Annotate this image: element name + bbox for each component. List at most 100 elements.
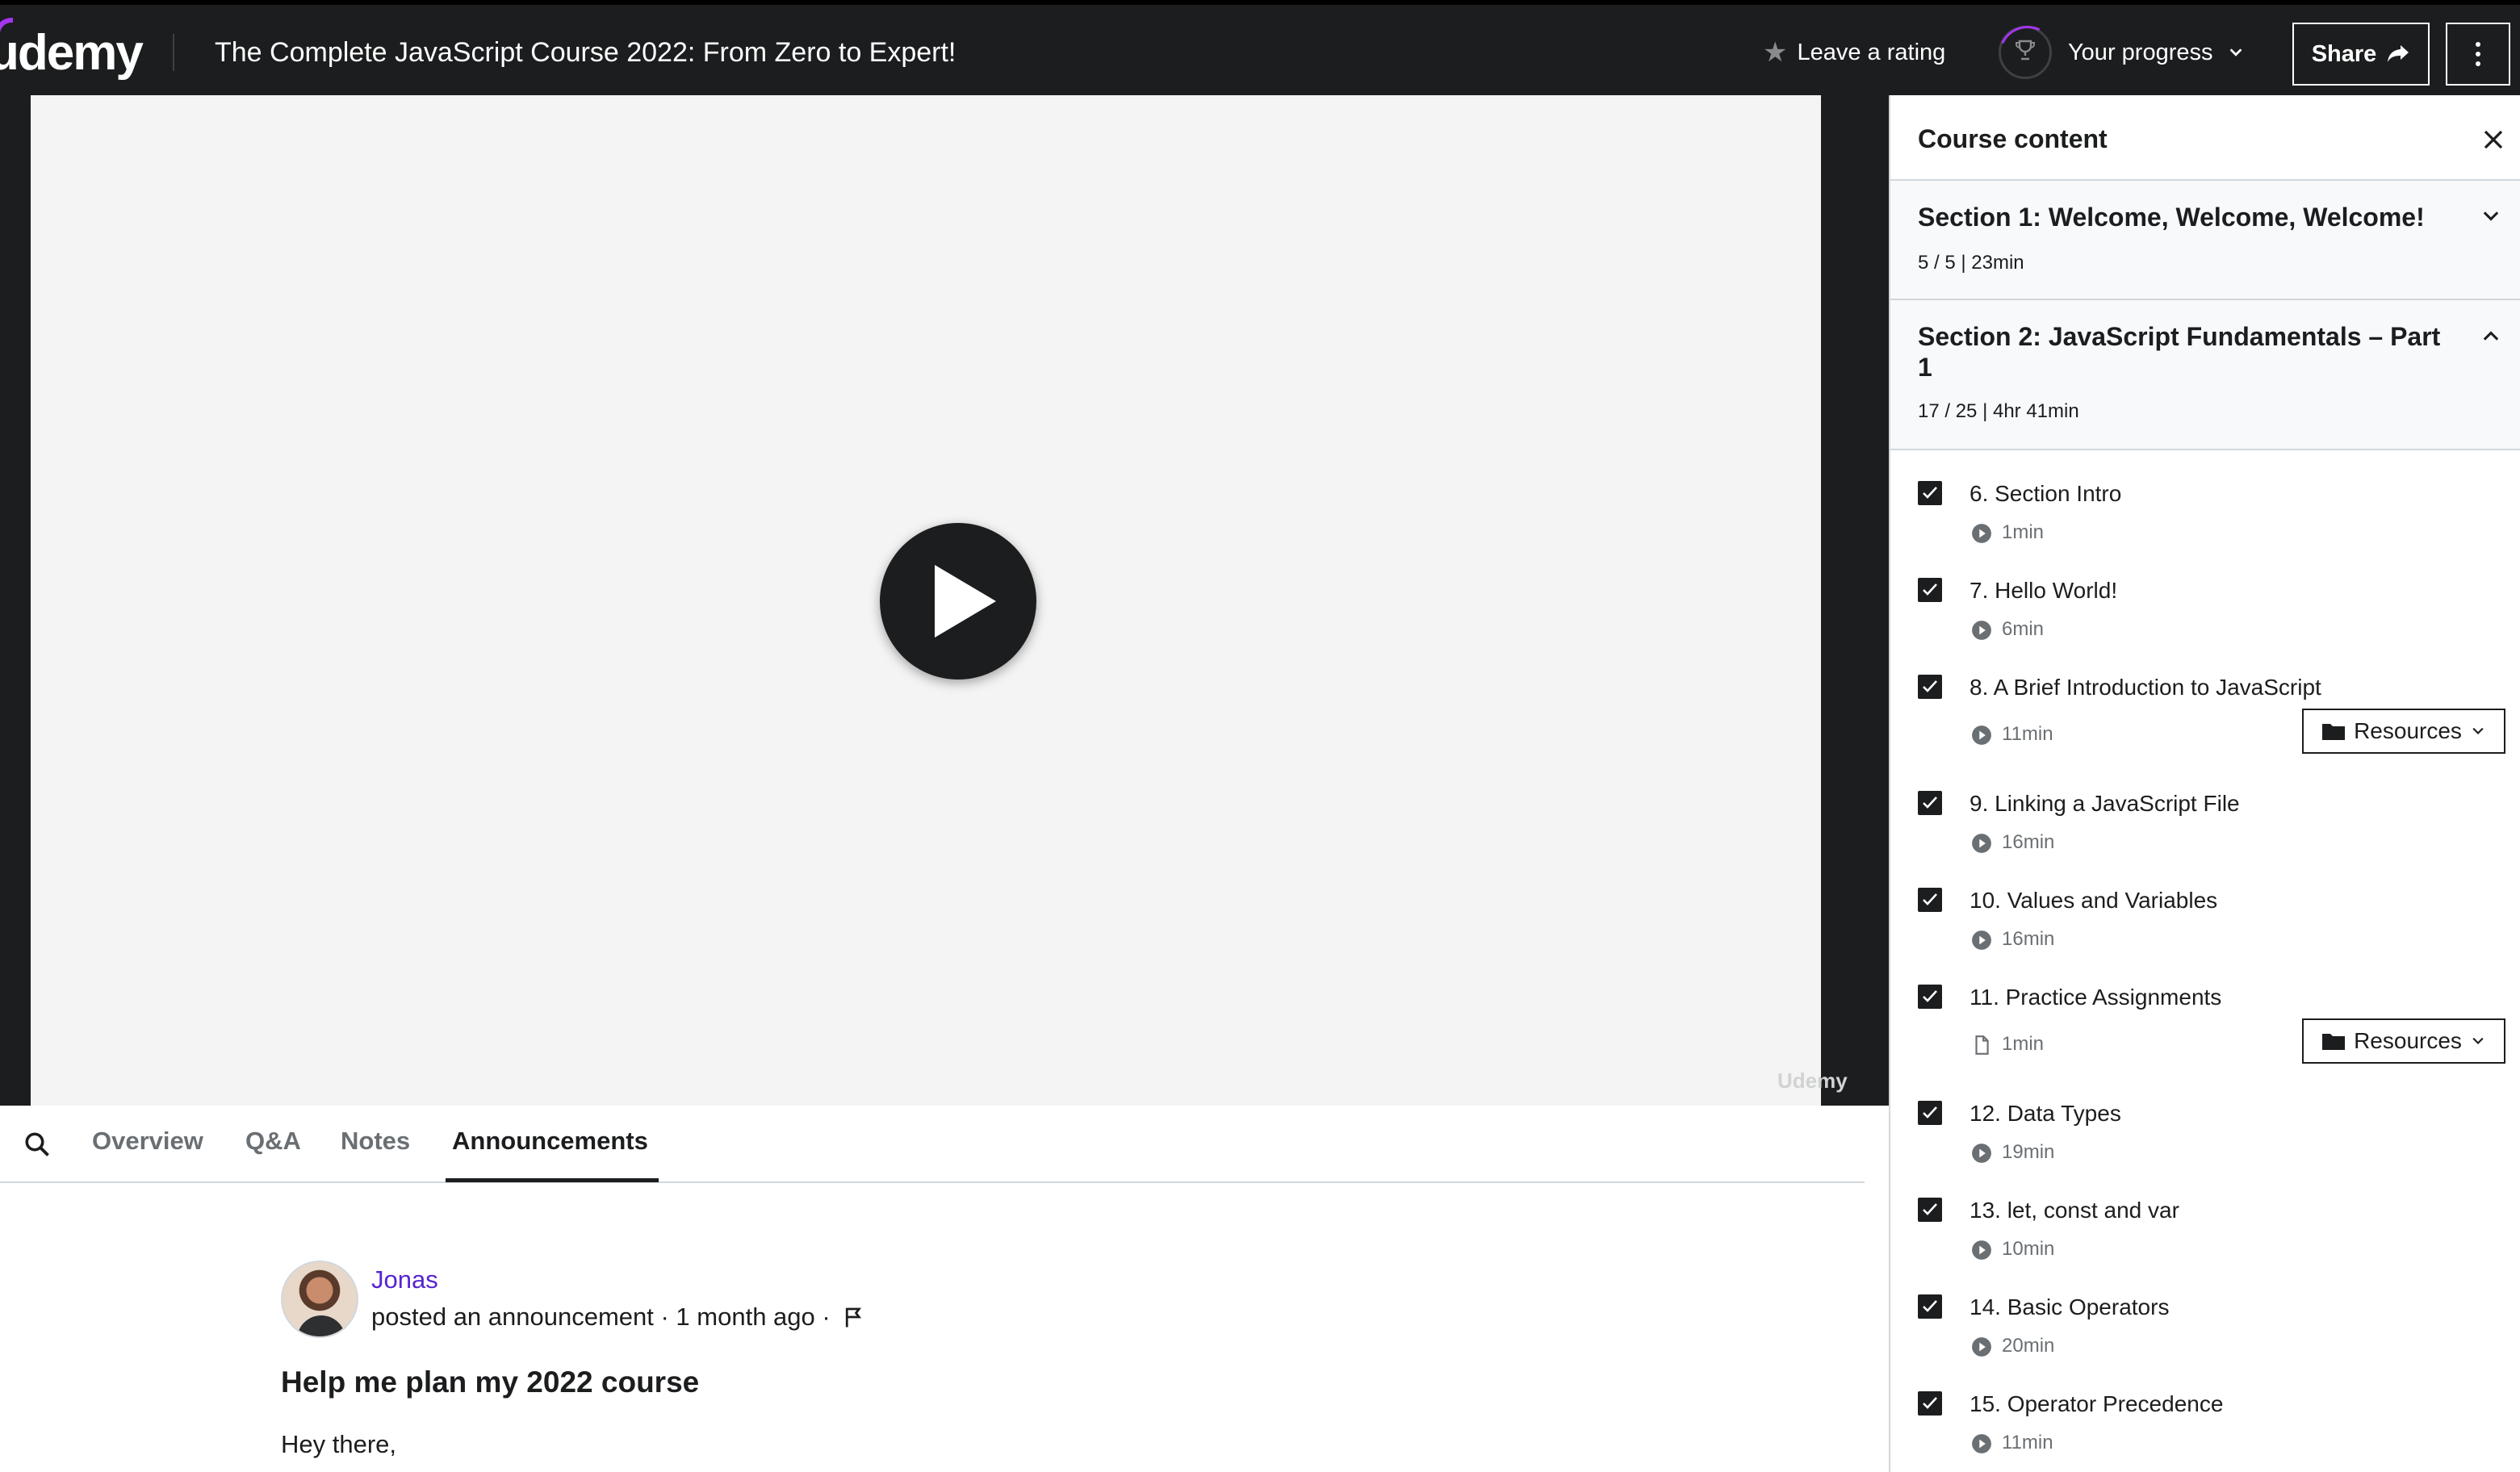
lecture-item[interactable]: 14. Basic Operators 20min [1890,1278,2520,1375]
play-button-icon[interactable] [880,523,1036,680]
dot-icon [2476,61,2480,66]
lecture-duration: 16min [2002,831,2055,853]
completed-checkbox[interactable] [1918,888,1942,912]
your-progress-label: Your progress [2068,39,2213,65]
lecture-duration: 10min [2002,1238,2055,1260]
lecture-title: 15. Operator Precedence [1970,1391,2224,1416]
video-player[interactable]: Udemy [31,95,1848,1106]
lecture-title: 14. Basic Operators [1970,1294,2170,1319]
close-icon[interactable] [2481,128,2505,152]
lecture-item[interactable]: 11. Practice Assignments 1min Resources [1890,968,2520,1085]
lecture-title: 10. Values and Variables [1970,888,2218,913]
header-divider [173,34,174,71]
file-icon [1975,1035,1989,1055]
checkmark-icon [1923,1106,1937,1119]
lecture-title: 9. Linking a JavaScript File [1970,791,2240,816]
lecture-item[interactable]: 8. A Brief Introduction to JavaScript 11m… [1890,659,2520,775]
top-header: udemy The Complete JavaScript Course 202… [0,0,2520,95]
completed-checkbox[interactable] [1918,1101,1942,1125]
checkmark-icon [1923,1203,1937,1215]
lecture-item[interactable]: 15. Operator Precedence 11min [1890,1375,2520,1472]
section-1-header[interactable]: Section 1: Welcome, Welcome, Welcome! 5 … [1890,181,2520,300]
logo-arc-icon [0,18,13,36]
announcement-body: Hey there, [281,1430,397,1458]
checkmark-icon [1923,1397,1937,1409]
resources-dropdown-button[interactable]: Resources [2302,709,2505,754]
folder-icon [2322,724,2346,740]
share-button[interactable]: Share [2292,23,2430,86]
avatar[interactable] [281,1261,358,1338]
folder-icon [2322,1034,2346,1050]
tab-announcements[interactable]: Announcements [452,1127,648,1156]
video-watermark: Udemy [1777,1068,1848,1093]
announcement-meta-text: posted an announcement · 1 month ago · [371,1303,831,1331]
play-circle-icon [1972,834,1991,853]
lecture-item[interactable]: 7. Hello World! 6min [1890,562,2520,659]
play-circle-icon [1972,726,1991,745]
lecture-title: 11. Practice Assignments [1970,985,2222,1010]
section-title: Section 2: JavaScript Fundamentals – Par… [1918,322,2441,382]
chevron-down-icon [2483,211,2499,221]
resources-label: Resources [2354,1028,2462,1053]
more-options-button[interactable] [2446,23,2510,86]
avatar-shirt [297,1315,345,1336]
lecture-duration: 20min [2002,1335,2055,1357]
completed-checkbox[interactable] [1918,481,1942,505]
completed-checkbox[interactable] [1918,675,1942,699]
logo-text: udemy [0,25,144,81]
course-title[interactable]: The Complete JavaScript Course 2022: Fro… [215,37,956,69]
dot-icon [2476,52,2480,56]
checkmark-icon [1923,487,1937,499]
flag-icon[interactable] [842,1305,866,1329]
lecture-title: 6. Section Intro [1970,481,2122,506]
udemy-logo[interactable]: udemy [0,18,144,82]
lecture-item[interactable]: 9. Linking a JavaScript File 16min [1890,775,2520,872]
tab-overview[interactable]: Overview [92,1127,203,1156]
chevron-down-icon [2230,48,2242,56]
section-2-header[interactable]: Section 2: JavaScript Fundamentals – Par… [1890,300,2520,450]
lecture-duration: 6min [2002,618,2045,640]
resources-dropdown-button[interactable]: Resources [2302,1018,2505,1064]
search-icon[interactable] [23,1130,52,1159]
lecture-duration: 11min [2002,723,2053,745]
lecture-duration: 1min [2002,521,2045,543]
chevron-down-icon [2472,1037,2484,1045]
resources-label: Resources [2354,718,2462,743]
lecture-item[interactable]: 13. let, const and var 10min [1890,1181,2520,1278]
leave-rating-label: Leave a rating [1797,39,1946,65]
completed-checkbox[interactable] [1918,1391,1942,1416]
lecture-item[interactable]: 10. Values and Variables 16min [1890,872,2520,968]
lecture-duration: 1min [2002,1033,2045,1055]
your-progress-button[interactable]: Your progress [1999,26,2245,79]
checkmark-icon [1923,680,1937,692]
completed-checkbox[interactable] [1918,1198,1942,1222]
course-tabs: Overview Q&A Notes Announcements [0,1106,1865,1183]
lecture-item[interactable]: 6. Section Intro 1min [1890,465,2520,562]
checkmark-icon [1923,1300,1937,1312]
tab-notes[interactable]: Notes [341,1127,410,1156]
lecture-duration: 16min [2002,928,2055,950]
tab-qa[interactable]: Q&A [245,1127,301,1156]
active-tab-indicator [446,1178,659,1182]
chevron-down-icon [2472,727,2484,735]
completed-checkbox[interactable] [1918,985,1942,1009]
completed-checkbox[interactable] [1918,791,1942,815]
lecture-title: 8. A Brief Introduction to JavaScript [1970,675,2321,700]
completed-checkbox[interactable] [1918,1294,1942,1319]
lecture-title: 13. let, const and var [1970,1198,2179,1223]
play-circle-icon [1972,1337,1991,1357]
play-circle-icon [1972,930,1991,950]
chevron-up-icon [2483,331,2499,341]
announcement-meta: posted an announcement · 1 month ago · [371,1303,866,1332]
author-link[interactable]: Jonas [371,1265,438,1294]
video-container: Udemy [0,95,1889,1106]
dot-icon [2476,42,2480,47]
completed-checkbox[interactable] [1918,578,1942,602]
section-meta: 17 / 25 | 4hr 41min [1918,400,2079,422]
play-circle-icon [1972,524,1991,543]
progress-ring [1999,26,2052,79]
sidebar-header: Course content [1890,95,2520,181]
leave-rating-button[interactable]: ★ Leave a rating [1763,39,1945,66]
lecture-item[interactable]: 12. Data Types 19min [1890,1085,2520,1181]
play-circle-icon [1972,621,1991,640]
